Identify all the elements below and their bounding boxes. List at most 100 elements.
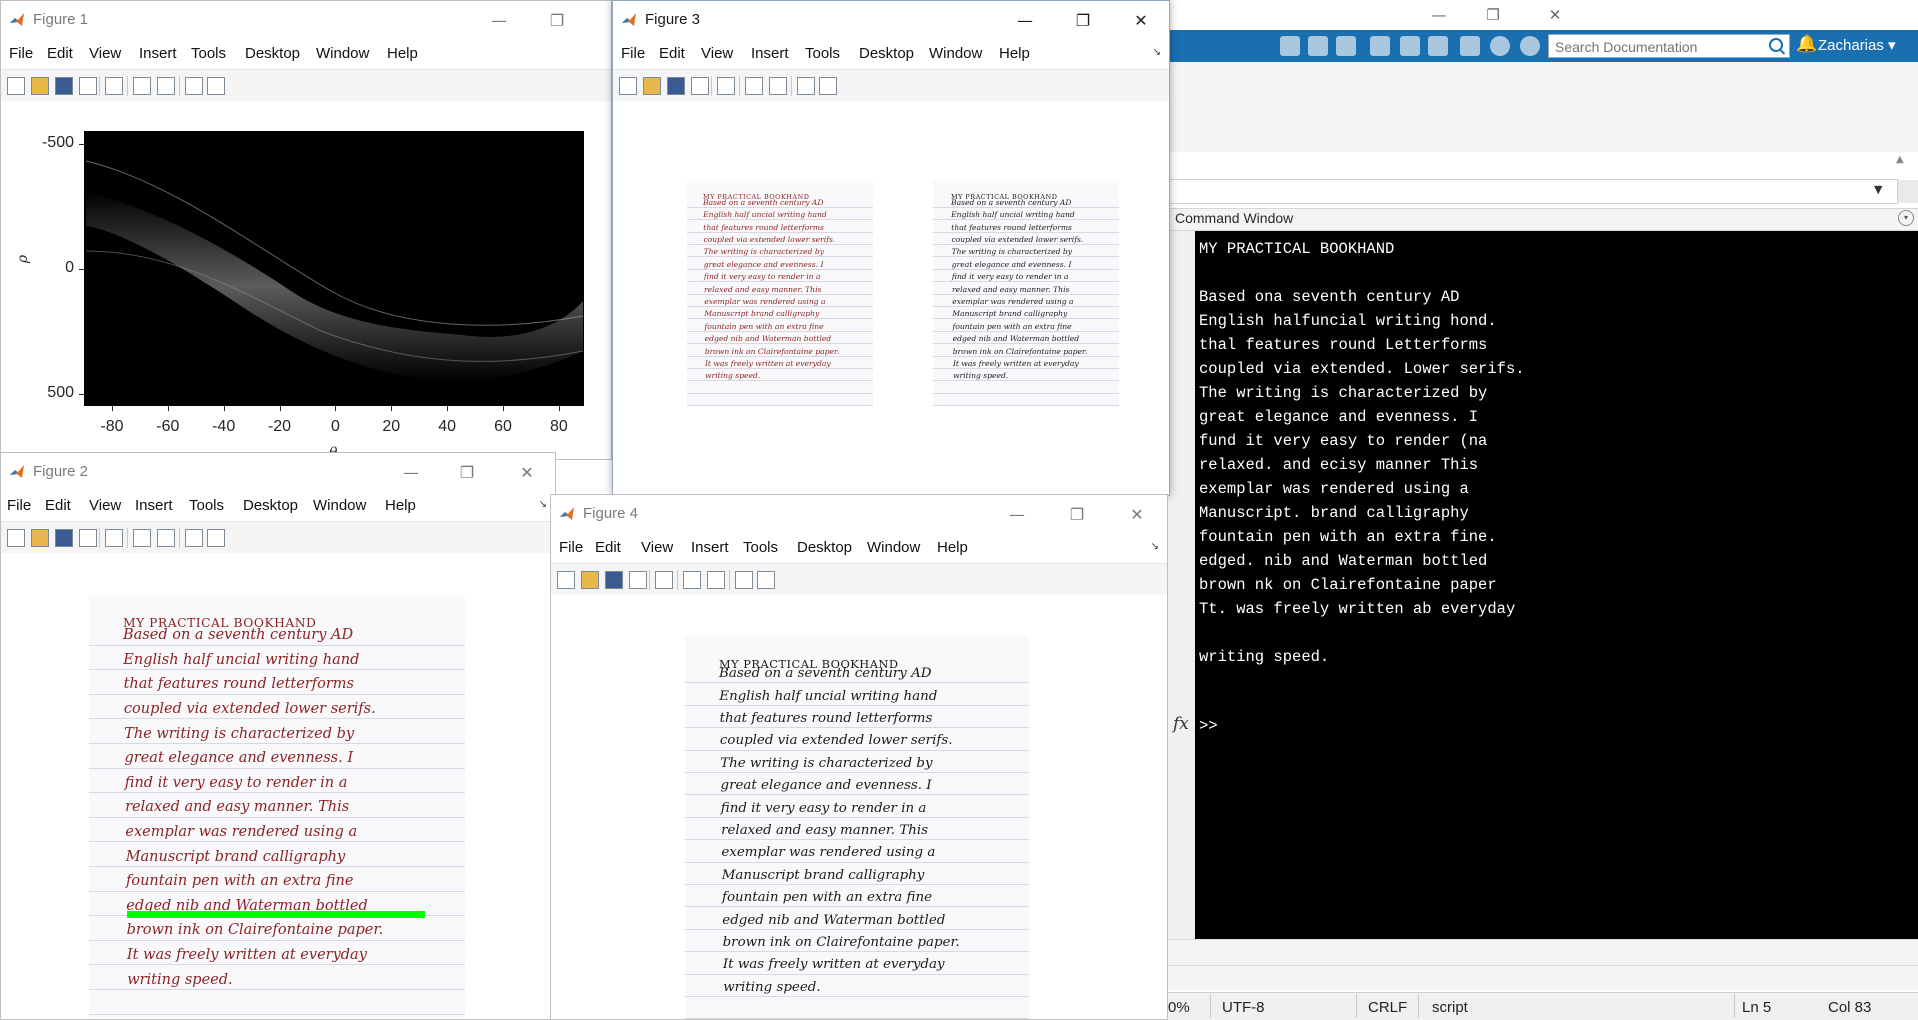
figure-title-bar[interactable]: Figure 4 — ❐ ✕ [551, 495, 1167, 533]
menu-desktop[interactable]: Desktop [245, 45, 300, 62]
print-icon[interactable] [79, 77, 97, 95]
minimize-button[interactable]: — [1005, 5, 1045, 35]
command-prompt[interactable]: >> [1199, 717, 1218, 735]
menu-window[interactable]: Window [313, 497, 366, 514]
maximize-button[interactable]: ❐ [1057, 499, 1097, 529]
figure-title-bar[interactable]: Figure 1 — ❐ [1, 1, 611, 39]
select-pointer-icon[interactable] [185, 77, 203, 95]
new-figure-icon[interactable] [7, 77, 25, 95]
copy-icon[interactable] [1336, 36, 1356, 56]
notification-bell-icon[interactable]: 🔔 [1796, 34, 1817, 56]
close-button[interactable]: ✕ [507, 457, 547, 487]
menu-help[interactable]: Help [385, 497, 416, 514]
paste-icon[interactable] [1370, 36, 1390, 56]
property-inspector-icon[interactable] [819, 77, 837, 95]
menu-insert[interactable]: Insert [135, 497, 173, 514]
menu-edit[interactable]: Edit [659, 45, 685, 62]
menu-tools[interactable]: Tools [189, 497, 224, 514]
menu-desktop[interactable]: Desktop [243, 497, 298, 514]
select-pointer-icon[interactable] [185, 529, 203, 547]
menu-desktop[interactable]: Desktop [859, 45, 914, 62]
menu-view[interactable]: View [89, 497, 121, 514]
minimize-button[interactable]: — [479, 5, 519, 35]
menu-view[interactable]: View [89, 45, 121, 62]
save-icon[interactable] [1280, 36, 1300, 56]
matlab-minimize-button[interactable]: — [1416, 0, 1462, 30]
search-input[interactable] [1553, 36, 1762, 58]
print-preview-icon[interactable] [105, 529, 123, 547]
open-file-icon[interactable] [643, 77, 661, 95]
dock-figure-icon[interactable]: ↘ [1153, 47, 1161, 58]
folder-search-icon[interactable] [1898, 180, 1918, 203]
menu-window[interactable]: Window [316, 45, 369, 62]
close-button[interactable]: ✕ [1121, 5, 1161, 35]
menu-help[interactable]: Help [937, 539, 968, 556]
figure-3-window[interactable]: Figure 3 — ❐ ✕ File Edit View Insert Too… [612, 0, 1170, 496]
menu-window[interactable]: Window [929, 45, 982, 62]
open-file-icon[interactable] [581, 571, 599, 589]
menu-view[interactable]: View [701, 45, 733, 62]
minimize-button[interactable]: — [391, 457, 431, 487]
menu-insert[interactable]: Insert [691, 539, 729, 556]
function-browser-icon[interactable]: fx [1173, 714, 1189, 734]
matlab-close-button[interactable]: ✕ [1532, 0, 1578, 30]
menu-tools[interactable]: Tools [743, 539, 778, 556]
print-preview-icon[interactable] [655, 571, 673, 589]
figure-title-bar[interactable]: Figure 3 — ❐ ✕ [613, 1, 1169, 39]
chevron-down-icon[interactable]: ▼ [1874, 183, 1882, 196]
figure-title-bar[interactable]: Figure 2 — ❐ ✕ [1, 453, 555, 491]
print-icon[interactable] [629, 571, 647, 589]
figure-1-window[interactable]: Figure 1 — ❐ File Edit View Insert Tools… [0, 0, 612, 460]
property-inspector-icon[interactable] [757, 571, 775, 589]
print-icon[interactable] [691, 77, 709, 95]
close-button[interactable]: ✕ [1117, 499, 1157, 529]
property-inspector-icon[interactable] [207, 77, 225, 95]
community-icon[interactable] [1520, 36, 1540, 56]
menu-insert[interactable]: Insert [139, 45, 177, 62]
menu-file[interactable]: File [559, 539, 583, 556]
select-pointer-icon[interactable] [797, 77, 815, 95]
new-figure-icon[interactable] [557, 571, 575, 589]
property-inspector-icon[interactable] [207, 529, 225, 547]
panel-actions-icon[interactable]: ▾ [1898, 210, 1914, 226]
menu-file[interactable]: File [9, 45, 33, 62]
menu-tools[interactable]: Tools [805, 45, 840, 62]
legend-icon[interactable] [707, 571, 725, 589]
legend-icon[interactable] [769, 77, 787, 95]
save-icon[interactable] [667, 77, 685, 95]
menu-edit[interactable]: Edit [45, 497, 71, 514]
save-icon[interactable] [55, 77, 73, 95]
print-preview-icon[interactable] [105, 77, 123, 95]
maximize-button[interactable]: ❐ [447, 457, 487, 487]
print-preview-icon[interactable] [717, 77, 735, 95]
select-pointer-icon[interactable] [735, 571, 753, 589]
colorbar-icon[interactable] [683, 571, 701, 589]
print-icon[interactable] [79, 529, 97, 547]
collapse-toolstrip-icon[interactable]: ▲ [1896, 154, 1910, 168]
matlab-maximize-button[interactable]: ❐ [1470, 0, 1516, 30]
user-name[interactable]: Zacharias [1818, 37, 1884, 54]
menu-edit[interactable]: Edit [47, 45, 73, 62]
colorbar-icon[interactable] [745, 77, 763, 95]
legend-icon[interactable] [157, 77, 175, 95]
maximize-button[interactable]: ❐ [1063, 5, 1103, 35]
new-figure-icon[interactable] [619, 77, 637, 95]
hough-transform-plot[interactable] [1, 101, 612, 460]
undo-icon[interactable] [1400, 36, 1420, 56]
maximize-button[interactable]: ❐ [537, 5, 577, 35]
cut-icon[interactable] [1308, 36, 1328, 56]
menu-desktop[interactable]: Desktop [797, 539, 852, 556]
current-folder-address-bar[interactable] [1168, 179, 1898, 204]
colorbar-icon[interactable] [133, 77, 151, 95]
open-file-icon[interactable] [31, 77, 49, 95]
menu-insert[interactable]: Insert [751, 45, 789, 62]
minimize-button[interactable]: — [997, 499, 1037, 529]
legend-icon[interactable] [157, 529, 175, 547]
save-icon[interactable] [605, 571, 623, 589]
new-figure-icon[interactable] [7, 529, 25, 547]
save-icon[interactable] [55, 529, 73, 547]
search-icon[interactable] [1769, 38, 1783, 52]
menu-tools[interactable]: Tools [191, 45, 226, 62]
redo-icon[interactable] [1428, 36, 1448, 56]
menu-window[interactable]: Window [867, 539, 920, 556]
